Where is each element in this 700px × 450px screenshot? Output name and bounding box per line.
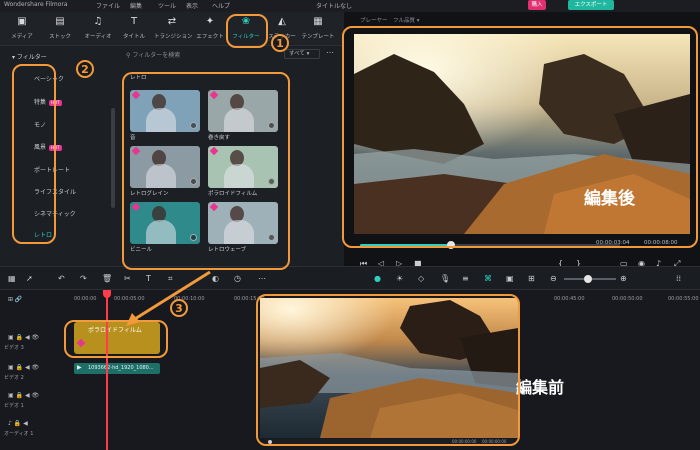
annotation-number-1: 1 [271,34,289,52]
annotation-number-2: 2 [76,60,94,78]
annotation-arrow [126,270,211,326]
annotation-number-3: 3 [170,299,188,317]
